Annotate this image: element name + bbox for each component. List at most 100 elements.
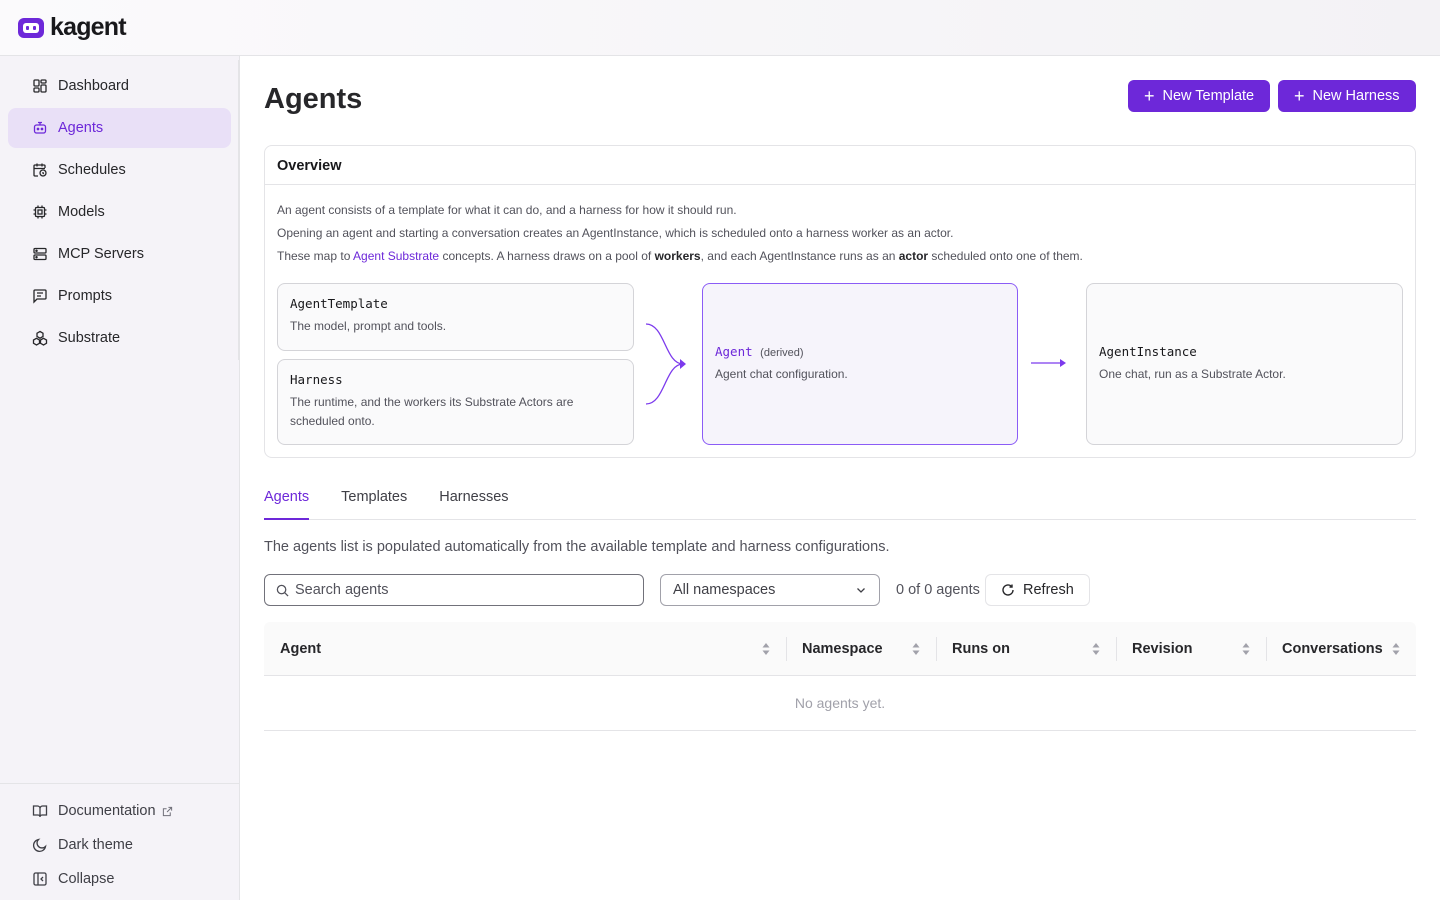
text: concepts. A harness draws on a pool of xyxy=(439,249,655,263)
sidebar-item-label: Schedules xyxy=(58,162,126,178)
external-link-icon xyxy=(162,806,172,816)
new-template-label: New Template xyxy=(1162,88,1255,104)
agent-instance-box: AgentInstance One chat, run as a Substra… xyxy=(1086,283,1403,445)
agent-derived-box: Agent (derived) Agent chat configuration… xyxy=(702,283,1018,445)
new-harness-label: New Harness xyxy=(1312,88,1400,104)
dark-theme-toggle[interactable]: Dark theme xyxy=(8,828,231,862)
agent-instance-desc: One chat, run as a Substrate Actor. xyxy=(1099,367,1286,381)
column-label: Revision xyxy=(1132,640,1193,657)
agent-template-desc: The model, prompt and tools. xyxy=(290,319,447,333)
page-title: Agents xyxy=(264,83,363,115)
arrow-right-icon xyxy=(1031,359,1066,367)
sort-icon xyxy=(1242,642,1250,655)
agent-substrate-link[interactable]: Agent Substrate xyxy=(353,249,439,263)
dashboard-icon xyxy=(33,79,47,93)
kagent-logo-icon xyxy=(18,17,44,38)
helper-text: The agents list is populated automatical… xyxy=(264,539,890,555)
documentation-label: Documentation xyxy=(58,803,156,819)
merge-arrow-icon xyxy=(645,323,686,405)
tab-bar: Agents Templates Harnesses xyxy=(264,480,1416,520)
agent-template-box: AgentTemplate The model, prompt and tool… xyxy=(277,283,634,351)
sidebar-footer: Documentation Dark theme Collapse xyxy=(0,783,239,900)
plus-icon: + xyxy=(1294,86,1305,106)
text: These map to xyxy=(277,249,354,263)
sidebar-item-mcp-servers[interactable]: MCP Servers xyxy=(8,234,231,274)
logo[interactable]: kagent xyxy=(16,13,127,42)
search-icon xyxy=(276,584,289,597)
column-header-runs-on[interactable]: Runs on xyxy=(936,622,1116,675)
search-input[interactable] xyxy=(295,582,615,598)
sidebar-item-prompts[interactable]: Prompts xyxy=(8,276,231,316)
panel-left-close-icon xyxy=(33,872,47,886)
server-icon xyxy=(33,247,47,261)
cpu-icon xyxy=(33,205,47,219)
column-label: Conversations xyxy=(1282,640,1383,657)
agent-box-title: Agent (derived) xyxy=(715,344,1005,359)
column-header-revision[interactable]: Revision xyxy=(1116,622,1266,675)
sort-icon xyxy=(762,642,770,655)
derived-tag: (derived) xyxy=(760,347,804,359)
namespace-select[interactable]: All namespaces xyxy=(660,574,880,606)
refresh-label: Refresh xyxy=(1023,582,1074,598)
message-square-text-icon xyxy=(33,289,47,304)
sidebar-item-models[interactable]: Models xyxy=(8,192,231,232)
chevron-down-icon xyxy=(857,588,865,593)
sidebar-item-label: Prompts xyxy=(58,288,112,304)
bot-icon xyxy=(33,121,47,134)
overview-line-3: These map to Agent Substrate concepts. A… xyxy=(277,245,1403,268)
column-header-agent[interactable]: Agent xyxy=(264,622,786,675)
book-open-icon xyxy=(32,805,48,818)
refresh-button[interactable]: Refresh xyxy=(985,574,1090,606)
sidebar-item-agents[interactable]: Agents xyxy=(8,108,231,148)
actor-term: actor xyxy=(898,249,929,263)
sort-icon xyxy=(1392,642,1400,655)
overview-line-2: Opening an agent and starting a conversa… xyxy=(277,226,954,240)
agent-box-desc: Agent chat configuration. xyxy=(715,367,848,381)
text: scheduled onto one of them. xyxy=(928,249,1083,263)
new-template-button[interactable]: + New Template xyxy=(1128,80,1271,112)
agents-table: Agent Namespace Runs on Revision Convers… xyxy=(264,622,1416,732)
calendar-clock-icon xyxy=(33,163,47,177)
overview-line-1: An agent consists of a template for what… xyxy=(277,203,737,217)
sidebar-item-substrate[interactable]: Substrate xyxy=(8,318,231,358)
sort-icon xyxy=(1092,642,1100,655)
agent-title: Agent xyxy=(715,344,753,359)
sidebar-item-schedules[interactable]: Schedules xyxy=(8,150,231,190)
top-bar: kagent xyxy=(0,0,1440,56)
sidebar-resize-handle[interactable] xyxy=(238,60,240,360)
tab-templates[interactable]: Templates xyxy=(341,480,407,520)
column-header-conversations[interactable]: Conversations xyxy=(1266,622,1416,675)
sidebar-item-label: Substrate xyxy=(58,330,121,346)
harness-box: Harness The runtime, and the workers its… xyxy=(277,359,634,445)
sidebar-item-label: MCP Servers xyxy=(58,246,144,262)
new-harness-button[interactable]: + New Harness xyxy=(1278,80,1416,112)
sort-icon xyxy=(912,642,920,655)
namespace-select-value: All namespaces xyxy=(673,582,776,598)
refresh-icon xyxy=(1002,584,1014,596)
sidebar-item-dashboard[interactable]: Dashboard xyxy=(8,66,231,106)
sidebar: Dashboard Agents Schedules Models MCP Se… xyxy=(0,56,240,900)
empty-state: No agents yet. xyxy=(264,676,1416,731)
sidebar-nav: Dashboard Agents Schedules Models MCP Se… xyxy=(0,56,239,370)
sidebar-item-label: Dashboard xyxy=(58,78,129,94)
tab-harnesses[interactable]: Harnesses xyxy=(439,480,508,520)
agent-count: 0 of 0 agents xyxy=(896,582,980,598)
documentation-link[interactable]: Documentation xyxy=(8,794,231,828)
agent-template-title: AgentTemplate xyxy=(290,296,388,311)
collapse-sidebar-button[interactable]: Collapse xyxy=(8,862,231,896)
plus-icon: + xyxy=(1144,86,1155,106)
overview-description: An agent consists of a template for what… xyxy=(265,185,1415,268)
overview-heading: Overview xyxy=(265,146,1415,185)
sidebar-item-label: Models xyxy=(58,204,105,220)
text: , and each AgentInstance runs as an xyxy=(700,249,899,263)
overview-card: Overview An agent consists of a template… xyxy=(264,145,1416,458)
table-header: Agent Namespace Runs on Revision Convers… xyxy=(264,622,1416,676)
tab-agents[interactable]: Agents xyxy=(264,480,310,520)
harness-desc: The runtime, and the workers its Substra… xyxy=(290,395,574,428)
app-name: kagent xyxy=(50,13,127,41)
collapse-label: Collapse xyxy=(58,871,115,887)
boxes-icon xyxy=(32,330,48,346)
column-label: Agent xyxy=(280,640,322,657)
column-header-namespace[interactable]: Namespace xyxy=(786,622,936,675)
search-box[interactable] xyxy=(264,574,644,606)
